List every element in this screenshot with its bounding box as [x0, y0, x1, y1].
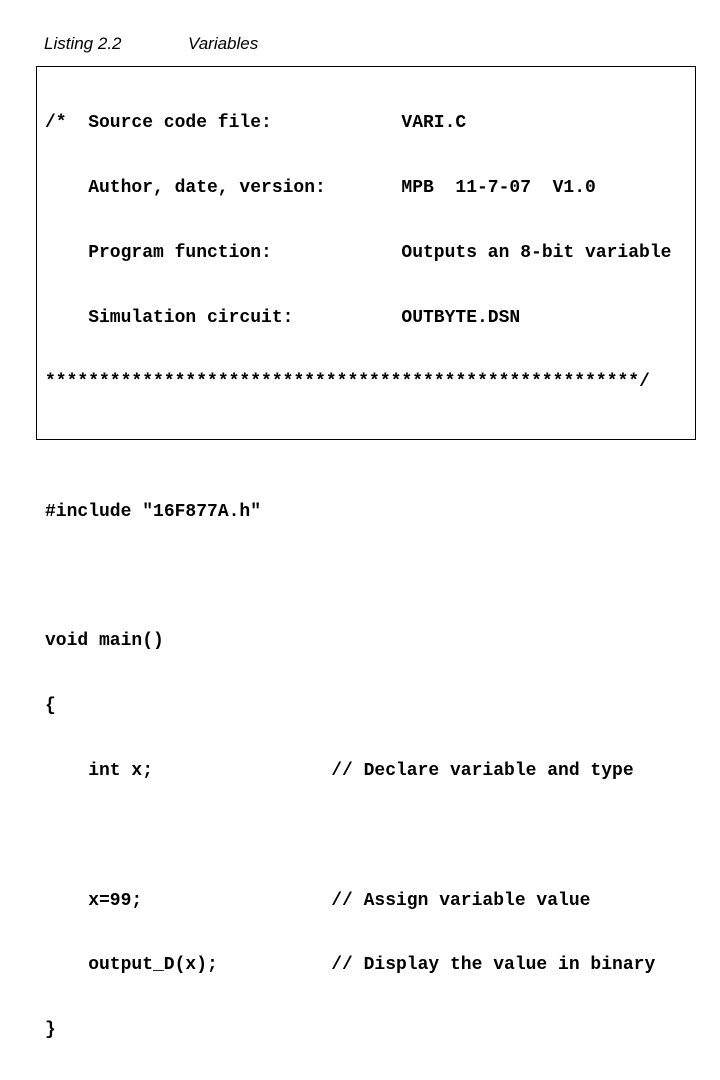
statement-code: int x; [88, 761, 153, 781]
header-label: Author, date, version: [88, 177, 326, 198]
code-listing: /* Source code file: VARI.C Author, date… [45, 70, 671, 1080]
statement-comment: // Assign variable value [331, 890, 591, 911]
comment-close-line: ****************************************… [45, 372, 650, 394]
comment-open: /* [45, 113, 67, 134]
statement-code: output_D(x); [88, 955, 218, 976]
open-brace-line: { [45, 696, 110, 718]
listing-number: Listing 2.2 [44, 34, 122, 53]
comment-close: ****************************************… [45, 372, 650, 393]
header-label: Simulation circuit: [88, 307, 294, 328]
header-line-4: Simulation circuit: OUTBYTE.DSN [45, 308, 520, 330]
include-line: #include "16F877A.h" [45, 502, 261, 524]
header-value: Outputs an 8-bit variable [401, 242, 672, 263]
statement-line: x=99; // Assign variable value [45, 891, 590, 913]
statement-comment: // Declare variable and type [331, 761, 634, 781]
statement-code: x=99; [88, 890, 143, 911]
header-line-3: Program function: Outputs an 8-bit varia… [45, 243, 671, 265]
listing-title: Variables [188, 34, 259, 53]
header-label: Source code file: [88, 113, 272, 134]
open-brace: { [45, 696, 56, 717]
header-label: Program function: [88, 242, 272, 263]
close-brace-line: } [45, 1020, 110, 1042]
header-line-2: Author, date, version: MPB 11-7-07 V1.0 [45, 178, 596, 200]
header-value: OUTBYTE.DSN [401, 307, 521, 328]
main-signature-line: void main() [45, 631, 164, 653]
main-signature: void main() [45, 631, 164, 652]
close-brace: } [45, 1020, 56, 1041]
statement-line: output_D(x); // Display the value in bin… [45, 955, 655, 977]
statement-line: int x; // Declare variable and type [45, 761, 633, 783]
statement-comment: // Display the value in binary [331, 955, 656, 976]
header-value: MPB 11-7-07 V1.0 [401, 177, 596, 198]
code-listing-box: /* Source code file: VARI.C Author, date… [36, 66, 696, 1040]
header-value: VARI.C [401, 113, 467, 134]
header-line-1: /* Source code file: VARI.C [45, 113, 466, 135]
include-directive: #include "16F877A.h" [45, 501, 262, 522]
